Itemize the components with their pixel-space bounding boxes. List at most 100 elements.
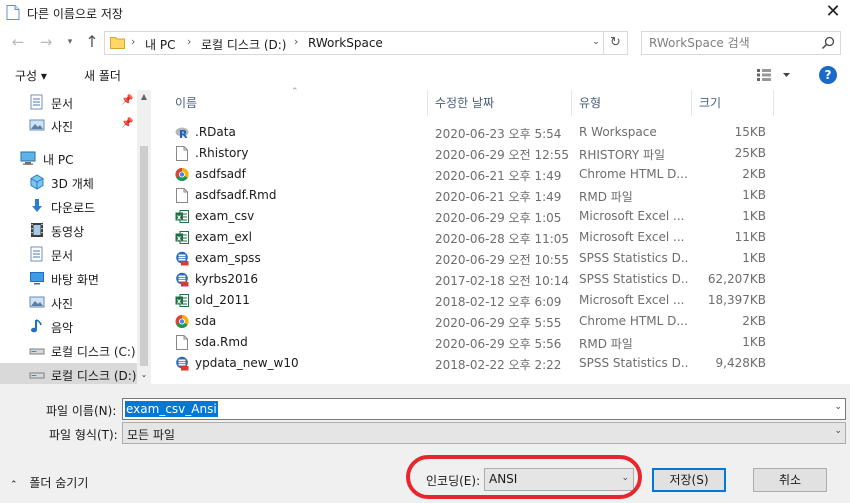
search-input[interactable] <box>642 32 812 54</box>
file-row[interactable]: kyrbs2016 2017-02-18 오전 10:14 SPSS Stati… <box>151 269 850 290</box>
forward-arrow-icon[interactable]: → <box>36 32 56 52</box>
breadcrumb-rworkspace[interactable]: RWorkSpace <box>308 36 383 50</box>
breadcrumb-chevron-icon[interactable]: › <box>294 35 298 48</box>
search-box <box>641 31 841 55</box>
hide-folders-button[interactable]: ⌃ 폴더 숨기기 <box>10 474 88 491</box>
file-list: 이름 ⌃ 수정한 날짜 유형 크기 R .RData 2020-06-23 오후… <box>151 87 850 384</box>
file-row[interactable]: asdfsadf.Rmd 2020-06-21 오후 1:49 RMD 파일 1… <box>151 185 850 206</box>
column-divider[interactable] <box>773 90 774 116</box>
videos-icon <box>31 223 43 237</box>
documents-icon <box>30 94 43 110</box>
column-header-size[interactable]: 크기 <box>699 94 721 111</box>
annotation-highlight-ring <box>406 455 642 499</box>
file-row[interactable]: R .RData 2020-06-23 오후 5:54 R Workspace … <box>151 122 850 143</box>
file-row[interactable]: exam_spss 2020-06-29 오전 10:55 SPSS Stati… <box>151 248 850 269</box>
file-date: 2020-06-29 오전 12:55 <box>435 148 570 162</box>
file-row[interactable]: x exam_exl 2020-06-28 오후 11:05 Microsoft… <box>151 227 850 248</box>
file-row[interactable]: sda.Rmd 2020-06-29 오후 5:56 RMD 파일 1KB <box>151 332 850 353</box>
file-type: RHISTORY 파일 <box>579 148 666 162</box>
nav-item-pictures[interactable]: 사진 <box>0 291 137 313</box>
column-name-label: 이름 <box>175 96 198 110</box>
file-date: 2018-02-22 오후 2:22 <box>435 358 562 372</box>
file-date: 2017-02-18 오전 10:14 <box>435 274 570 288</box>
document-icon <box>6 5 20 20</box>
scroll-down-icon[interactable]: ⌄ <box>137 370 151 379</box>
breadcrumb-chevron-icon[interactable]: › <box>187 35 191 48</box>
view-options-icon[interactable] <box>756 68 794 82</box>
file-type: SPSS Statistics D... <box>579 356 689 370</box>
file-name: asdfsadf.Rmd <box>195 188 277 202</box>
column-header-modified[interactable]: 수정한 날짜 <box>435 94 494 111</box>
filename-field[interactable]: exam_csv_Ansi ⌄ <box>122 398 846 420</box>
new-folder-button[interactable]: 새 폴더 <box>84 67 121 84</box>
up-arrow-icon[interactable]: ↑ <box>82 32 102 52</box>
file-name: .RData <box>195 125 236 139</box>
breadcrumb-chevron-icon[interactable]: › <box>131 35 135 48</box>
cancel-button[interactable]: 취소 <box>753 468 827 492</box>
nav-item-music[interactable]: 음악 <box>0 315 137 337</box>
recent-locations-chevron-icon[interactable]: ▾ <box>60 32 80 52</box>
scroll-up-icon[interactable]: ▲ <box>137 92 151 101</box>
file-type: R Workspace <box>579 125 657 139</box>
desktop-icon <box>30 272 44 285</box>
file-icon <box>176 146 188 161</box>
nav-item-documents-quick[interactable]: 문서 📌 <box>0 91 137 113</box>
filetype-select[interactable]: 모든 파일 ⌄ <box>122 422 846 444</box>
address-bar[interactable]: › 내 PC › 로컬 디스크 (D:) › RWorkSpace <box>104 31 604 55</box>
column-header-name[interactable]: 이름 <box>175 94 197 111</box>
nav-item-label: 다운로드 <box>51 201 96 215</box>
address-dropdown-icon[interactable]: ⌄ <box>588 31 604 55</box>
nav-item-downloads[interactable]: 다운로드 <box>0 195 137 217</box>
nav-item-pictures-quick[interactable]: 사진 📌 <box>0 114 137 136</box>
nav-item-3d-objects[interactable]: 3D 개체 <box>0 171 137 193</box>
file-row[interactable]: x exam_csv 2020-06-29 오후 1:05 Microsoft … <box>151 206 850 227</box>
nav-item-documents[interactable]: 문서 <box>0 243 137 265</box>
file-size: 2KB <box>742 314 766 328</box>
filename-value: exam_csv_Ansi <box>125 401 218 417</box>
file-size: 1KB <box>742 251 766 265</box>
file-date: 2020-06-28 오후 11:05 <box>435 232 570 246</box>
filetype-label: 파일 형식(T): <box>49 428 118 442</box>
nav-item-videos[interactable]: 동영상 <box>0 219 137 241</box>
file-type: SPSS Statistics D... <box>579 251 689 265</box>
nav-item-this-pc[interactable]: 내 PC <box>0 147 137 169</box>
nav-item-drive-d[interactable]: 로컬 디스크 (D:) <box>0 363 137 384</box>
nav-item-label: 문서 <box>51 249 74 263</box>
chevron-down-icon[interactable]: ⌄ <box>834 402 842 412</box>
save-as-dialog: 다른 이름으로 저장 ✕ ← → ▾ ↑ › 내 PC › 로컬 디스크 (D:… <box>0 0 850 503</box>
navigation-scrollbar[interactable]: ▲ ⌄ <box>137 90 151 384</box>
close-button[interactable]: ✕ <box>816 0 850 26</box>
save-button[interactable]: 저장(S) <box>652 468 726 492</box>
refresh-icon[interactable]: ↻ <box>604 31 628 55</box>
file-name: .Rhistory <box>195 146 249 160</box>
file-name: sda <box>195 314 217 328</box>
file-type: Chrome HTML D... <box>579 167 688 181</box>
nav-item-drive-c[interactable]: 로컬 디스크 (C:) <box>0 339 137 361</box>
file-row[interactable]: sda 2020-06-29 오후 5:55 Chrome HTML D... … <box>151 311 850 332</box>
column-divider[interactable] <box>571 90 572 116</box>
nav-item-label: 로컬 디스크 (C:) <box>51 345 136 359</box>
column-header-type[interactable]: 유형 <box>579 94 601 111</box>
breadcrumb-this-pc[interactable]: 내 PC <box>145 36 175 53</box>
breadcrumb-drive-d[interactable]: 로컬 디스크 (D:) <box>201 36 286 53</box>
help-icon[interactable]: ? <box>819 66 837 84</box>
back-arrow-icon[interactable]: ← <box>8 32 28 52</box>
file-row[interactable]: .Rhistory 2020-06-29 오전 12:55 RHISTORY 파… <box>151 143 850 164</box>
file-row[interactable]: x old_2011 2018-02-12 오후 6:09 Microsoft … <box>151 290 850 311</box>
search-icon[interactable] <box>821 36 835 50</box>
file-type: Microsoft Excel ... <box>579 230 685 244</box>
r-icon: R <box>175 127 189 140</box>
file-row[interactable]: asdfsadf 2020-06-21 오후 1:49 Chrome HTML … <box>151 164 850 185</box>
scrollbar-thumb[interactable] <box>140 146 148 366</box>
file-size: 18,397KB <box>707 293 766 307</box>
save-form: 파일 이름(N): exam_csv_Ansi ⌄ 파일 형식(T): 모든 파… <box>0 384 850 503</box>
chevron-down-icon: ⌄ <box>834 426 842 436</box>
navigation-pane: 문서 📌 사진 📌 내 PC 3D 개체 다운로드 동영상 문서 바탕 화면 사… <box>0 90 151 384</box>
file-date: 2020-06-29 오후 5:56 <box>435 337 562 351</box>
column-divider[interactable] <box>427 90 428 116</box>
file-row[interactable]: ypdata_new_w10 2018-02-22 오후 2:22 SPSS S… <box>151 353 850 374</box>
documents-icon <box>30 246 43 262</box>
column-divider[interactable] <box>691 90 692 116</box>
nav-item-desktop[interactable]: 바탕 화면 <box>0 267 137 289</box>
organize-button[interactable]: 구성 ▾ <box>15 67 47 84</box>
